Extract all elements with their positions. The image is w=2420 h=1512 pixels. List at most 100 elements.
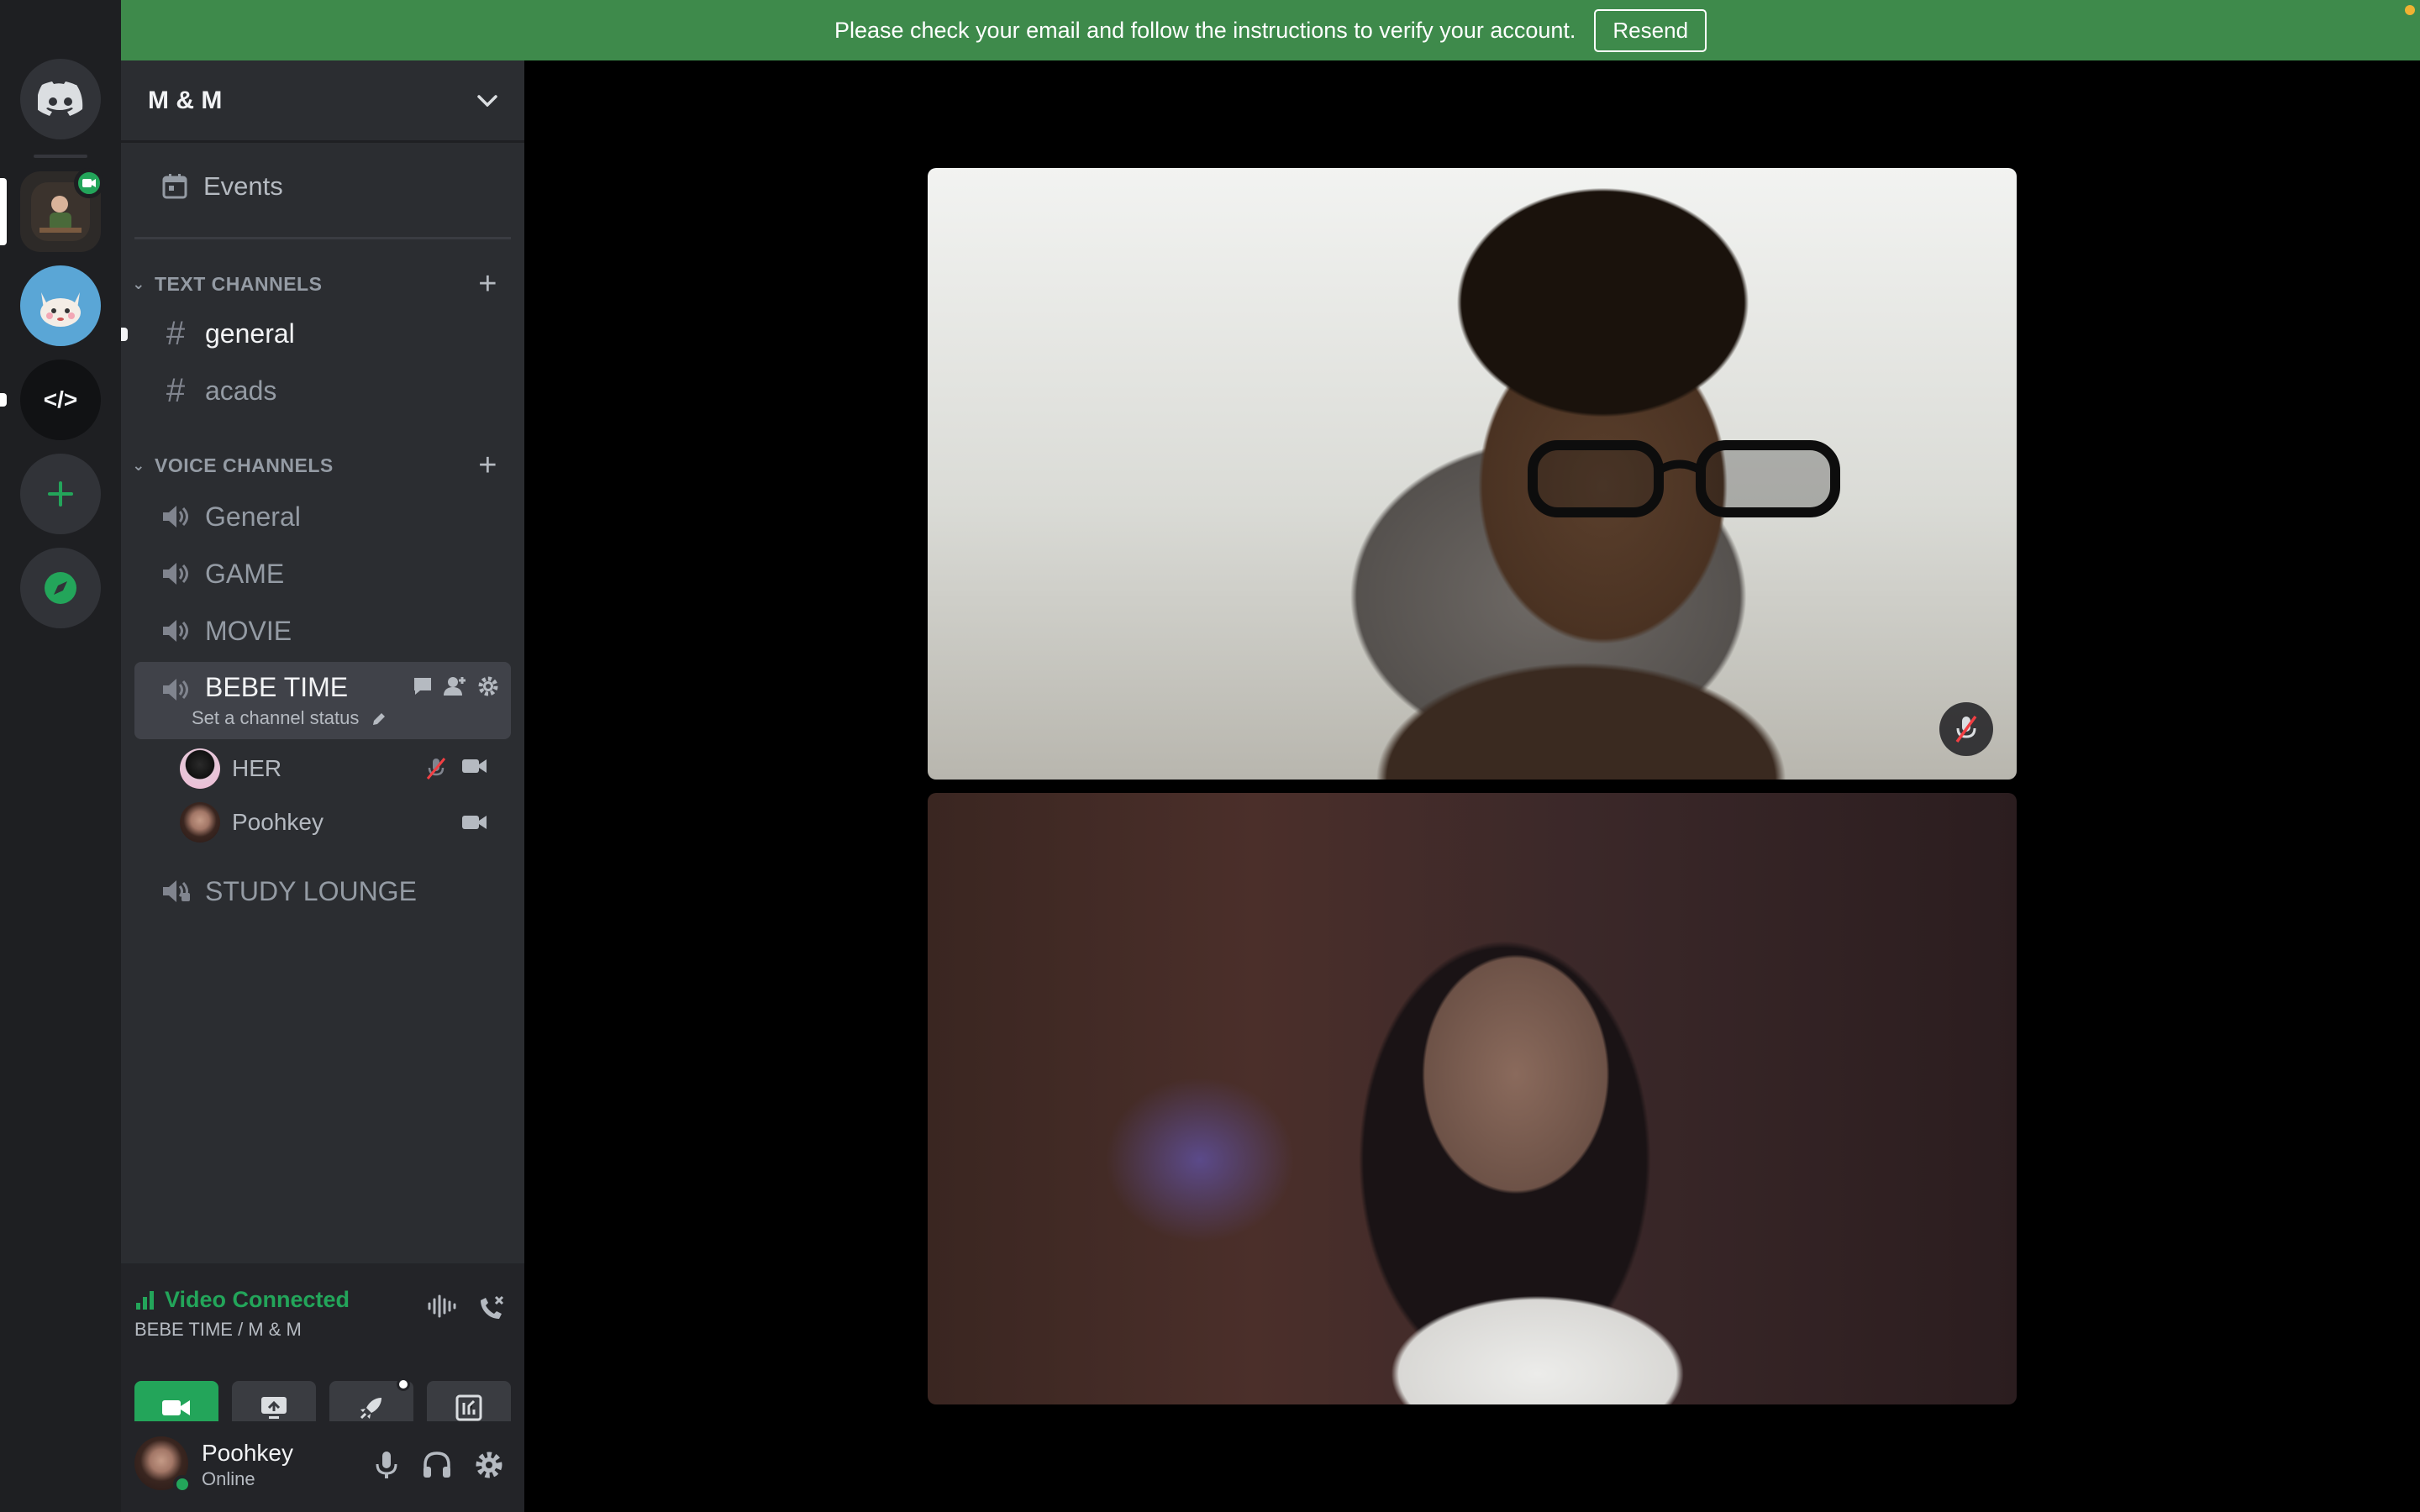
events-label: Events xyxy=(203,171,283,201)
user-controls xyxy=(373,1450,504,1480)
channel-name: MOVIE xyxy=(205,615,292,646)
connection-title: Video Connected xyxy=(165,1287,350,1312)
speaker-icon xyxy=(163,563,188,585)
explore-servers-button[interactable] xyxy=(20,548,101,628)
hash-icon: # xyxy=(166,371,186,409)
banner-message: Please check your email and follow the i… xyxy=(834,17,1576,43)
chevron-down-icon xyxy=(477,94,497,107)
verify-email-banner: Please check your email and follow the i… xyxy=(121,0,2420,60)
signal-icon xyxy=(136,1290,154,1310)
compass-icon xyxy=(45,572,76,604)
connection-channel[interactable]: BEBE TIME / M & M xyxy=(134,1319,302,1341)
unread-server-indicator xyxy=(0,393,7,407)
connection-status[interactable]: Video Connected xyxy=(134,1287,350,1313)
server-code-button[interactable]: </> xyxy=(20,360,101,440)
voice-participant-her[interactable]: HER xyxy=(180,744,511,793)
speaker-icon xyxy=(163,620,188,642)
video-live-badge xyxy=(74,168,104,198)
online-status-indicator xyxy=(173,1475,192,1494)
discord-logo-icon xyxy=(38,81,83,116)
chat-icon[interactable] xyxy=(412,675,434,697)
channel-status[interactable]: Set a channel status xyxy=(192,707,387,729)
voice-channel-game[interactable]: GAME xyxy=(134,548,511,600)
add-server-button[interactable] xyxy=(20,454,101,534)
user-panel: Poohkey Online xyxy=(121,1421,524,1512)
channel-name: BEBE TIME xyxy=(205,672,349,702)
text-channels-category[interactable]: ⌄ TEXT CHANNELS + xyxy=(129,266,516,302)
avatar xyxy=(180,748,220,789)
notification-dot xyxy=(2405,5,2415,15)
server-code-label: </> xyxy=(43,386,78,412)
stage-speaker-icon xyxy=(163,880,190,902)
channel-name: general xyxy=(205,318,295,349)
new-activity-badge xyxy=(397,1378,410,1391)
calendar-icon xyxy=(162,174,187,199)
gear-icon[interactable] xyxy=(477,675,499,697)
discord-app: </> Please check your email and follow t… xyxy=(0,0,2420,1512)
chevron-down-icon: ⌄ xyxy=(132,456,145,474)
channel-name: STUDY LOUNGE xyxy=(205,875,417,906)
screen-share-icon xyxy=(261,1397,287,1419)
participant-icons xyxy=(425,757,487,780)
channel-general[interactable]: # general xyxy=(134,307,511,360)
voice-channel-general[interactable]: General xyxy=(134,491,511,543)
channel-name: General xyxy=(205,501,301,532)
hash-icon: # xyxy=(166,314,186,352)
video-tile-poohkey[interactable] xyxy=(928,793,2017,1404)
user-status: Online xyxy=(202,1468,255,1489)
user-avatar[interactable] xyxy=(134,1436,192,1494)
channel-name: GAME xyxy=(205,558,285,589)
user-name: Poohkey xyxy=(202,1440,293,1466)
participant-name: HER xyxy=(232,755,282,781)
pencil-icon xyxy=(373,713,386,726)
add-text-channel-icon[interactable]: + xyxy=(478,266,497,302)
voice-channel-bebe-time[interactable]: BEBE TIME Set a channel status xyxy=(134,662,511,739)
plus-icon xyxy=(48,481,73,507)
add-voice-channel-icon[interactable]: + xyxy=(478,448,497,484)
unread-channel-indicator xyxy=(121,328,128,341)
video-camera-icon xyxy=(462,759,487,773)
video-camera-icon xyxy=(462,816,487,829)
speaker-icon xyxy=(163,506,188,528)
noise-suppression-icon[interactable] xyxy=(427,1294,457,1319)
video-tile-her[interactable] xyxy=(928,168,2017,780)
guild-header[interactable]: M & M xyxy=(121,60,524,143)
channel-tools xyxy=(412,675,499,697)
selected-server-indicator xyxy=(0,178,7,245)
gear-icon[interactable] xyxy=(474,1450,504,1480)
microphone-icon[interactable] xyxy=(373,1450,400,1480)
connection-controls xyxy=(427,1294,506,1324)
rail-separator xyxy=(34,155,87,158)
voice-participant-poohkey[interactable]: Poohkey xyxy=(180,798,511,847)
server-bebe-button[interactable] xyxy=(20,168,104,252)
video-camera-icon xyxy=(162,1400,190,1415)
video-camera-icon xyxy=(82,179,96,187)
voice-channels-category[interactable]: ⌄ VOICE CHANNELS + xyxy=(129,448,516,484)
category-label: VOICE CHANNELS xyxy=(155,454,334,476)
voice-channel-movie[interactable]: MOVIE xyxy=(134,605,511,657)
muted-mic-icon xyxy=(1955,715,1977,743)
participant-name: Poohkey xyxy=(232,809,324,835)
channel-sidebar: M & M Events ⌄ TEXT CHANNELS + # general… xyxy=(121,60,524,1512)
soundboard-icon xyxy=(455,1394,482,1421)
muted-indicator xyxy=(1939,702,1993,756)
muted-mic-icon xyxy=(426,758,446,780)
chevron-down-icon: ⌄ xyxy=(132,275,145,292)
voice-channel-study-lounge[interactable]: STUDY LOUNGE xyxy=(134,865,511,917)
disconnect-icon[interactable] xyxy=(476,1294,506,1324)
home-button[interactable] xyxy=(20,59,101,139)
events-divider xyxy=(134,237,511,239)
invite-member-icon[interactable] xyxy=(444,675,467,697)
speaker-icon xyxy=(163,679,188,701)
channel-acads[interactable]: # acads xyxy=(134,365,511,417)
cat-avatar-icon xyxy=(40,292,81,327)
category-label: TEXT CHANNELS xyxy=(155,272,323,295)
avatar xyxy=(180,802,220,843)
headphones-icon[interactable] xyxy=(422,1450,452,1480)
events-item[interactable]: Events xyxy=(134,160,511,213)
rocket-icon xyxy=(360,1398,381,1420)
server-rail: </> xyxy=(0,0,121,1512)
server-cat-button[interactable] xyxy=(20,265,101,346)
channel-name: acads xyxy=(205,375,277,406)
resend-button[interactable]: Resend xyxy=(1594,8,1707,52)
